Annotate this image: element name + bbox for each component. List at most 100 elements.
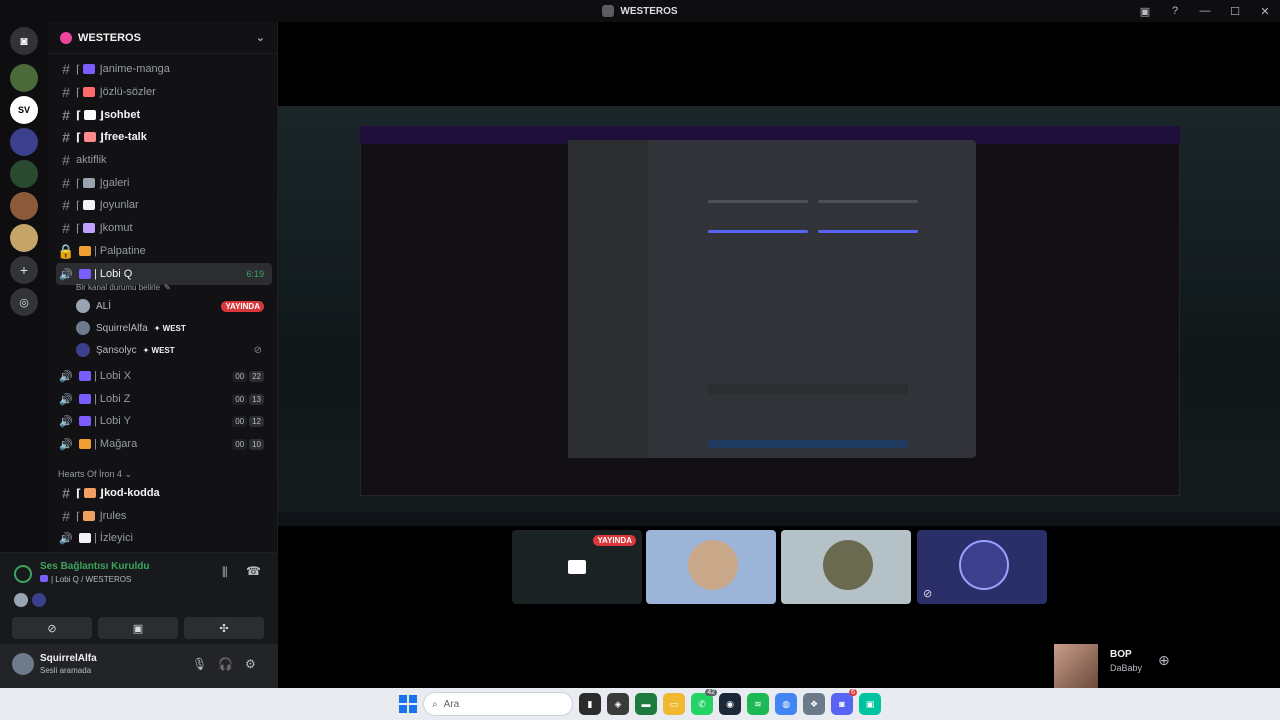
- avatar[interactable]: [14, 593, 28, 607]
- keybind-preview: [708, 384, 908, 394]
- channel-label: | Lobi Y: [94, 415, 131, 427]
- spotify-icon[interactable]: ≋: [747, 693, 769, 715]
- discord-icon[interactable]: ◙ 6: [831, 689, 857, 715]
- voice-user[interactable]: Şansolyc ✦ WEST ⊘: [76, 340, 268, 360]
- channel-kod-kodda[interactable]: # ⌈ ⌋ kod-kodda: [56, 482, 272, 504]
- channel-emoji: [83, 511, 96, 521]
- app-icon[interactable]: ▣: [859, 693, 881, 715]
- channel-sohbet[interactable]: # ⌈ ⌋ sohbet: [56, 104, 272, 126]
- user-name: SquirrelAlfa: [96, 322, 148, 334]
- avatar[interactable]: [12, 653, 34, 675]
- channel-emoji: [83, 64, 96, 74]
- voice-location-label: | Lobi Q / WESTEROS: [51, 575, 132, 584]
- channel-ozlu-sozler[interactable]: # ⌈ ⌋ özlü-sözler: [56, 81, 272, 103]
- pencil-icon: ✎: [164, 282, 171, 292]
- channel-label: | Mağara: [94, 438, 138, 450]
- settings-icon[interactable]: ⚙: [245, 657, 256, 671]
- participant-tile[interactable]: [646, 530, 776, 604]
- server-icon-6[interactable]: [10, 224, 38, 252]
- channel-free-talk[interactable]: # ⌈ ⌋ free-talk: [56, 126, 272, 148]
- inbox-icon[interactable]: ▣: [1130, 5, 1160, 18]
- channel-oyunlar[interactable]: # ⌈ ⌋ oyunlar: [56, 194, 272, 216]
- deafened-icon: ⊘: [253, 344, 262, 356]
- start-button[interactable]: [399, 695, 417, 713]
- channel-komut[interactable]: # ⌈ ⌋ komut: [56, 217, 272, 239]
- avatar: [688, 540, 738, 590]
- avatar[interactable]: [32, 593, 46, 607]
- channel-rules[interactable]: # ⌈ ⌋ rules: [56, 505, 272, 527]
- steam-icon[interactable]: ◉: [719, 693, 741, 715]
- server-icon-sv[interactable]: SV: [10, 96, 38, 124]
- stream-tile[interactable]: YAYINDA: [512, 530, 642, 604]
- voice-channel-lobi-z[interactable]: 🔊 | Lobi Z 00 13: [56, 388, 272, 410]
- voice-channel-lobi-y[interactable]: 🔊 | Lobi Y 00 12: [56, 410, 272, 432]
- speaker-icon: 🔊: [59, 393, 73, 406]
- voice-user[interactable]: SquirrelAlfa ✦ WEST: [76, 318, 268, 338]
- avatar: [76, 299, 90, 313]
- minimize-button[interactable]: —: [1190, 5, 1220, 17]
- server-boost-icon: [60, 31, 72, 44]
- activities-icon: ✣: [219, 622, 229, 635]
- maximize-button[interactable]: ☐: [1220, 5, 1250, 18]
- voice-channel-lobi-x[interactable]: 🔊 | Lobi X 00 22: [56, 365, 272, 387]
- user-count: 00: [232, 370, 248, 382]
- channel-anime-manga[interactable]: # ⌈ ⌋ anime-manga: [56, 58, 272, 80]
- channel-izleyici[interactable]: 🔊 | İzleyici: [56, 527, 272, 549]
- microphone-icon[interactable]: 🎙: [192, 657, 207, 671]
- video-off-button[interactable]: ⊘: [12, 617, 92, 639]
- server-icon-4[interactable]: [10, 160, 38, 188]
- app-icon[interactable]: ▬: [635, 693, 657, 715]
- channel-status[interactable]: Bir kanal durumu belirle ✎: [76, 280, 292, 294]
- deafened-icon: ⊘: [923, 588, 933, 600]
- voice-user[interactable]: ALİ YAYINDA: [76, 296, 268, 316]
- help-icon[interactable]: ?: [1160, 5, 1190, 17]
- headphones-icon[interactable]: 🎧: [218, 657, 233, 671]
- speaker-icon: 🔊: [59, 415, 73, 428]
- noise-suppression-icon[interactable]: ⫼: [222, 565, 228, 580]
- file-explorer-icon[interactable]: ▭: [663, 693, 685, 715]
- discord-home-icon[interactable]: ◙: [10, 27, 38, 55]
- user-name: SquirrelAlfa: [40, 653, 97, 664]
- participant-tile[interactable]: ⊘: [917, 530, 1047, 604]
- add-icon[interactable]: ⊕: [1158, 652, 1170, 669]
- whatsapp-icon[interactable]: ✆ 42: [691, 689, 717, 715]
- activities-button[interactable]: ✣: [184, 617, 264, 639]
- voice-channel-magara[interactable]: 🔊 | Mağara 00 10: [56, 433, 272, 455]
- channel-emoji: [83, 200, 96, 210]
- now-playing[interactable]: BOP DaBaby ⊕: [1044, 644, 1280, 688]
- slider-preview: [708, 230, 808, 233]
- user-max: 22: [249, 370, 264, 382]
- settings-sidebar-preview: [568, 140, 648, 458]
- channel-emoji: [79, 371, 91, 381]
- add-server-icon[interactable]: +: [10, 256, 38, 284]
- channel-label: | İzleyici: [94, 532, 133, 544]
- task-view-icon[interactable]: ▮: [579, 693, 601, 715]
- screen-share-video[interactable]: [278, 106, 1280, 526]
- channel-palpatine[interactable]: 🔒 | Palpatine: [56, 240, 272, 262]
- server-icon-westeros[interactable]: [10, 128, 38, 156]
- user-max: 13: [249, 393, 264, 405]
- voice-location[interactable]: | Lobi Q / WESTEROS: [40, 575, 131, 584]
- explore-icon[interactable]: ◎: [10, 288, 38, 316]
- participant-tile[interactable]: [781, 530, 911, 604]
- channel-aktiflik[interactable]: # aktiflik: [56, 149, 272, 171]
- screen-share-button[interactable]: ▣: [98, 617, 178, 639]
- server-header[interactable]: WESTEROS ⌄: [48, 22, 277, 54]
- disconnect-icon[interactable]: ☎: [246, 564, 261, 578]
- search-placeholder: Ara: [443, 698, 460, 710]
- close-button[interactable]: ✕: [1250, 5, 1280, 18]
- monitor-icon: [568, 560, 586, 574]
- channel-label: galeri: [102, 177, 130, 189]
- app-icon[interactable]: ❖: [803, 693, 825, 715]
- server-icon-1[interactable]: [10, 64, 38, 92]
- windows-taskbar: ⌕ Ara ▮ ◈ ▬ ▭ ✆ 42 ◉ ≋ ◍ ❖ ◙ 6 ▣: [0, 688, 1280, 720]
- category-label: Hearts Of İron 4: [58, 469, 123, 479]
- chrome-icon[interactable]: ◍: [775, 693, 797, 715]
- server-icon-5[interactable]: [10, 192, 38, 220]
- app-icon[interactable]: ◈: [607, 693, 629, 715]
- category-header[interactable]: Hearts Of İron 4 ⌄: [58, 469, 132, 480]
- clan-tag-label: WEST: [151, 345, 175, 355]
- taskbar-search[interactable]: ⌕ Ara: [423, 692, 573, 716]
- channel-galeri[interactable]: # ⌈ ⌋ galeri: [56, 172, 272, 194]
- chevron-down-icon[interactable]: ⌄: [256, 31, 265, 44]
